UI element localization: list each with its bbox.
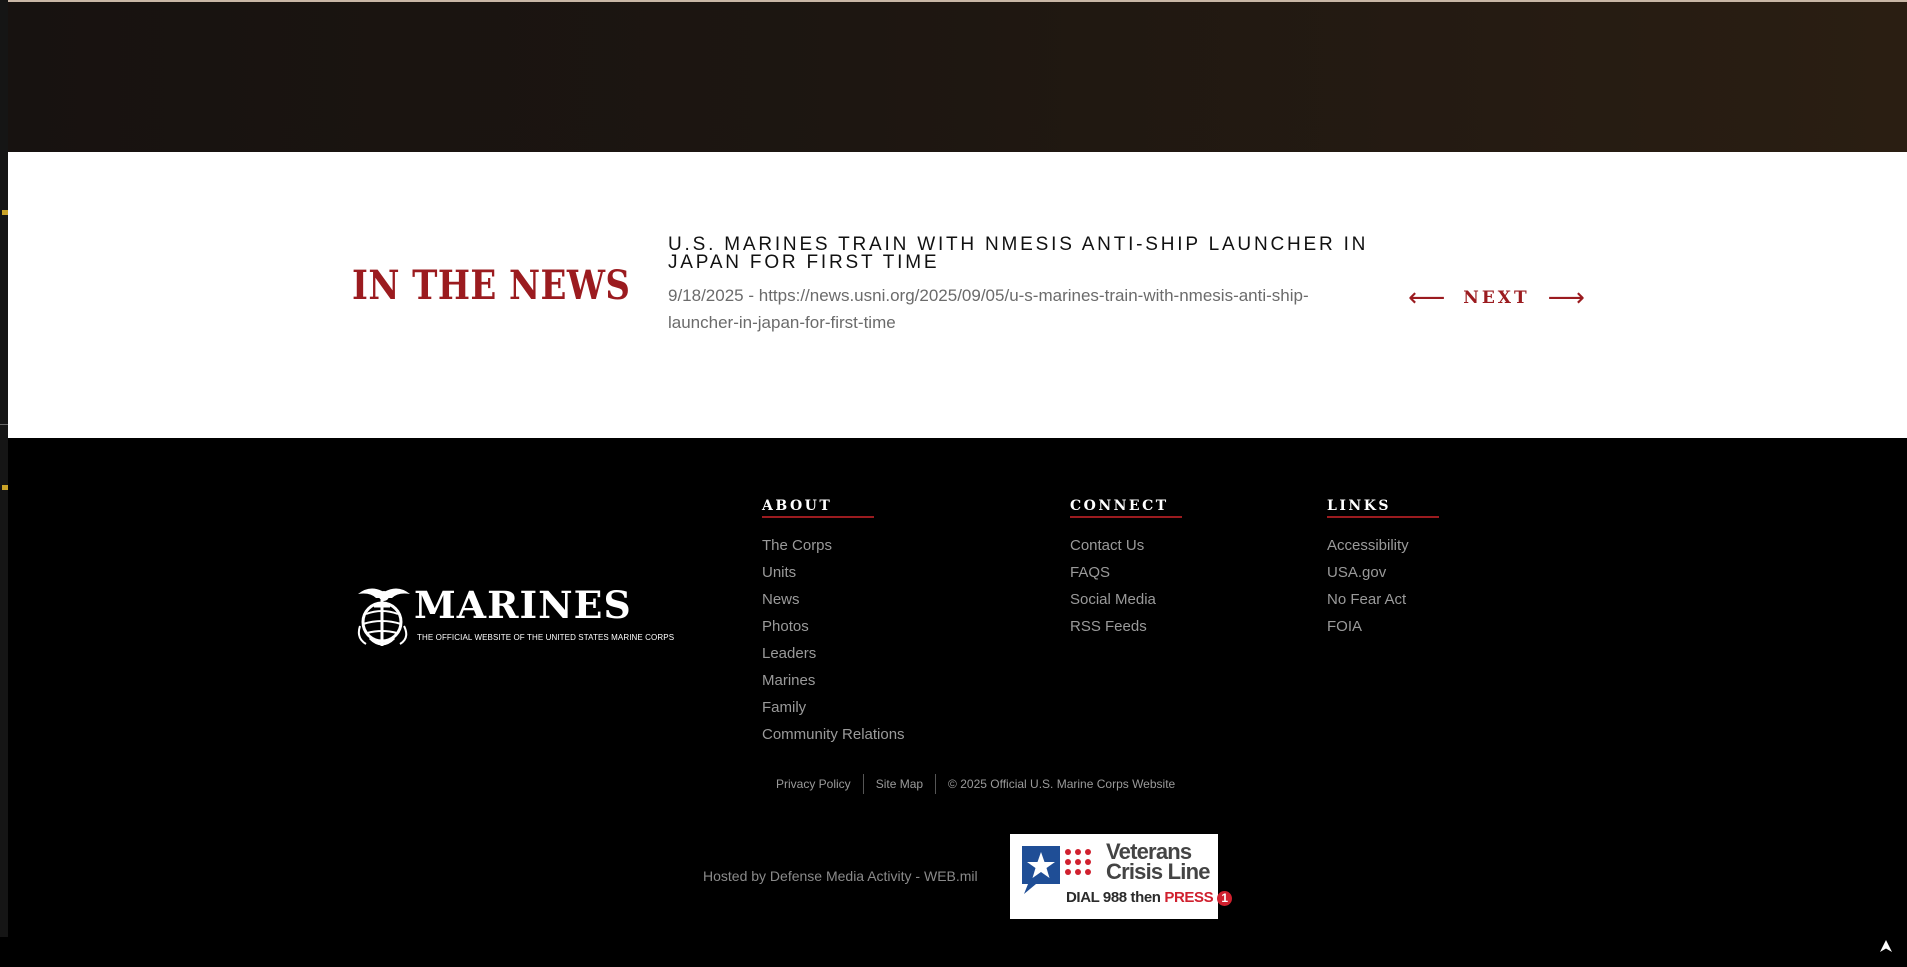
rail-divider — [0, 424, 8, 425]
footer-link-faqs[interactable]: FAQS — [1070, 559, 1182, 586]
vcl-press: PRESS — [1164, 889, 1214, 906]
vcl-press-number: 1 — [1216, 891, 1232, 906]
next-button[interactable]: NEXT — [1463, 288, 1529, 308]
footer-link-the-corps[interactable]: The Corps — [762, 532, 905, 559]
left-rail — [0, 0, 8, 967]
footer-link-foia[interactable]: FOIA — [1327, 613, 1439, 640]
rail-bottom — [0, 937, 8, 967]
footer-link-photos[interactable]: Photos — [762, 613, 905, 640]
news-source-link[interactable]: https://news.usni.org/2025/09/05/u-s-mar… — [668, 286, 1309, 332]
news-article-meta: 9/18/2025 - https://news.usni.org/2025/0… — [668, 282, 1378, 336]
vcl-dial: DIAL 988 then — [1066, 889, 1161, 906]
hero-image-band — [8, 0, 1907, 152]
column-heading: CONNECT — [1070, 498, 1182, 518]
footer-column-connect: CONNECT Contact Us FAQS Social Media RSS… — [1070, 498, 1182, 640]
legal-bar: Privacy Policy Site Map © 2025 Official … — [764, 774, 1187, 794]
vcl-title: Veterans Crisis Line — [1106, 839, 1210, 884]
arrow-right-icon[interactable]: ⟶ — [1548, 285, 1585, 311]
news-separator: - — [743, 286, 759, 305]
footer-link-news[interactable]: News — [762, 586, 905, 613]
veterans-crisis-line-banner[interactable]: Veterans Crisis Line DIAL 988 then PRESS… — [1010, 834, 1232, 919]
footer-link-units[interactable]: Units — [762, 559, 905, 586]
vcl-dial-text: DIAL 988 then PRESS 1 — [1066, 889, 1232, 906]
footer-link-accessibility[interactable]: Accessibility — [1327, 532, 1439, 559]
news-pager: ⟵ NEXT ⟶ — [1408, 283, 1585, 313]
column-heading: ABOUT — [762, 498, 874, 518]
in-the-news-section: IN THE NEWS U.S. MARINES TRAIN WITH NMES… — [8, 152, 1907, 438]
eagle-globe-anchor-icon — [357, 588, 410, 646]
news-date: 9/18/2025 — [668, 286, 744, 305]
site-map-link[interactable]: Site Map — [864, 777, 935, 791]
footer-link-usa-gov[interactable]: USA.gov — [1327, 559, 1439, 586]
privacy-policy-link[interactable]: Privacy Policy — [764, 777, 863, 791]
arrow-up-icon[interactable] — [1877, 939, 1895, 957]
copyright-text: © 2025 Official U.S. Marine Corps Websit… — [948, 777, 1176, 791]
arrow-left-icon[interactable]: ⟵ — [1408, 285, 1445, 311]
marines-logo[interactable]: MARINES THE OFFICIAL WEBSITE OF THE UNIT… — [352, 580, 692, 652]
news-heading: IN THE NEWS — [352, 262, 631, 309]
footer-link-marines[interactable]: Marines — [762, 667, 905, 694]
footer-link-leaders[interactable]: Leaders — [762, 640, 905, 667]
site-footer: MARINES THE OFFICIAL WEBSITE OF THE UNIT… — [8, 438, 1907, 967]
footer-link-contact-us[interactable]: Contact Us — [1070, 532, 1182, 559]
footer-link-rss-feeds[interactable]: RSS Feeds — [1070, 613, 1182, 640]
column-heading: LINKS — [1327, 498, 1439, 518]
logo-wordmark: MARINES — [414, 583, 632, 627]
footer-link-community-relations[interactable]: Community Relations — [762, 721, 905, 748]
footer-link-no-fear-act[interactable]: No Fear Act — [1327, 586, 1439, 613]
footer-column-about: ABOUT The Corps Units News Photos Leader… — [762, 498, 905, 748]
footer-link-family[interactable]: Family — [762, 694, 905, 721]
logo-tagline: THE OFFICIAL WEBSITE OF THE UNITED STATE… — [417, 633, 675, 642]
news-article-title[interactable]: U.S. MARINES TRAIN WITH NMESIS ANTI-SHIP… — [668, 235, 1408, 272]
footer-column-links: LINKS Accessibility USA.gov No Fear Act … — [1327, 498, 1439, 640]
hosted-by-text[interactable]: Hosted by Defense Media Activity - WEB.m… — [703, 868, 978, 884]
footer-link-social-media[interactable]: Social Media — [1070, 586, 1182, 613]
